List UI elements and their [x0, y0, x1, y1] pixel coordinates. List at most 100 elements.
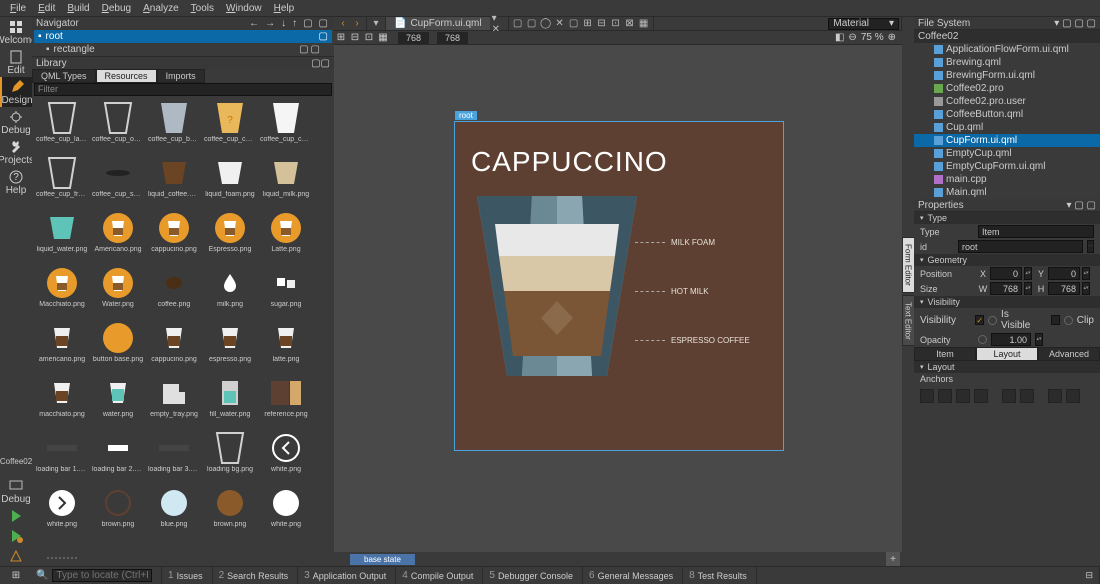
section-geometry[interactable]: Geometry: [914, 254, 1100, 266]
tab-form-editor[interactable]: Form Editor: [902, 237, 915, 293]
resource-item[interactable]: liquid_water.png: [34, 210, 90, 265]
output-pane-search-results[interactable]: 2Search Results: [213, 567, 299, 584]
nav-up-icon[interactable]: ↑: [290, 18, 299, 29]
resource-item[interactable]: white.png: [258, 430, 314, 485]
export-icon[interactable]: ▢: [299, 44, 308, 55]
file-item[interactable]: Coffee02.pro.user: [914, 95, 1100, 108]
resource-item[interactable]: coffee_cup_coverplat...: [258, 100, 314, 155]
tab-imports[interactable]: Imports: [157, 69, 205, 83]
resource-item[interactable]: white.png: [258, 485, 314, 540]
mode-projects[interactable]: Projects: [0, 137, 32, 167]
checkbox-clip[interactable]: [1051, 315, 1061, 325]
output-pane-general-messages[interactable]: 6General Messages: [583, 567, 683, 584]
input-opacity[interactable]: [991, 333, 1031, 346]
resource-item[interactable]: liquid_milk.png: [258, 155, 314, 210]
resource-item[interactable]: coffee_cup_outline.p...: [90, 100, 146, 155]
menu-edit[interactable]: Edit: [32, 3, 61, 14]
resource-item[interactable]: cappucino.png: [146, 320, 202, 375]
resource-item[interactable]: loading bar 3.png: [146, 430, 202, 485]
back-icon[interactable]: ‹: [336, 17, 350, 31]
menu-help[interactable]: Help: [268, 3, 301, 14]
output-pane-compile-output[interactable]: 4Compile Output: [396, 567, 483, 584]
resource-item[interactable]: fill_water.png: [202, 375, 258, 430]
resource-item[interactable]: milk.png: [202, 265, 258, 320]
menu-tools[interactable]: Tools: [185, 3, 220, 14]
file-item[interactable]: CupForm.ui.qml: [914, 134, 1100, 147]
output-pane-test-results[interactable]: 8Test Results: [683, 567, 757, 584]
resource-item[interactable]: Americano.png: [90, 210, 146, 265]
resource-item[interactable]: coffee_cup_shadow....: [90, 155, 146, 210]
resource-item[interactable]: coffee.png: [146, 265, 202, 320]
forward-icon[interactable]: ›: [350, 17, 364, 31]
build-config[interactable]: Debug: [0, 476, 32, 506]
build-button[interactable]: [0, 546, 32, 566]
resource-item[interactable]: Macchiato.png: [34, 265, 90, 320]
canvas-height[interactable]: 768: [437, 32, 468, 44]
spin-w[interactable]: ▴▾: [1024, 282, 1032, 295]
subtab-advanced[interactable]: Advanced: [1038, 347, 1100, 361]
zoom-value[interactable]: 75 %: [861, 32, 884, 43]
tab-resources[interactable]: Resources: [96, 69, 157, 83]
radio-isvisible[interactable]: [988, 316, 997, 325]
ruler-icon[interactable]: ⊡: [362, 31, 376, 45]
zoom-icon[interactable]: ◧: [835, 32, 844, 43]
tool-icon[interactable]: ⊠: [623, 17, 637, 31]
ruler-icon[interactable]: ⊞: [334, 31, 348, 45]
section-layout[interactable]: Layout: [914, 361, 1100, 373]
anchor-vcenter[interactable]: [1020, 389, 1034, 403]
input-x[interactable]: [990, 267, 1022, 280]
style-combo[interactable]: Material▾: [828, 18, 899, 30]
anchor-right[interactable]: [974, 389, 988, 403]
file-item[interactable]: CoffeeButton.qml: [914, 108, 1100, 121]
form-canvas[interactable]: root CAPPUCCINO MILK FOAM HOT MILK E: [334, 45, 902, 552]
output-pane-debugger-console[interactable]: 5Debugger Console: [483, 567, 583, 584]
resource-item[interactable]: coffee_cup_back.png: [146, 100, 202, 155]
toggle-sidebar-icon[interactable]: ⊞: [12, 570, 20, 581]
nav-left-icon[interactable]: ←: [247, 18, 261, 29]
menu-debug[interactable]: Debug: [96, 3, 137, 14]
tool-icon[interactable]: ▢: [567, 17, 581, 31]
navigator-root-item[interactable]: ▪root ▢: [34, 30, 332, 43]
id-extra-icon[interactable]: ⋯: [1087, 240, 1094, 253]
tool-icon[interactable]: ◯: [539, 17, 553, 31]
resource-item[interactable]: ?coffee_cup_coverplat...: [202, 100, 258, 155]
subtab-layout[interactable]: Layout: [976, 347, 1038, 361]
anchor-left[interactable]: [956, 389, 970, 403]
spin-opacity[interactable]: ▴▾: [1035, 333, 1043, 346]
resource-item[interactable]: brown.png: [90, 485, 146, 540]
locator-input[interactable]: [52, 569, 152, 582]
menu-analyze[interactable]: Analyze: [137, 3, 185, 14]
tab-qml-types[interactable]: QML Types: [32, 69, 96, 83]
section-type[interactable]: Type: [914, 212, 1100, 224]
zoom-in-icon[interactable]: ⊕: [888, 32, 896, 43]
nav-max-icon[interactable]: ▢: [301, 18, 314, 29]
input-w[interactable]: [990, 282, 1022, 295]
file-item[interactable]: Main.qml: [914, 186, 1100, 199]
anchor-hcenter[interactable]: [1048, 389, 1062, 403]
lib-max-icon[interactable]: ▢: [311, 58, 320, 69]
add-state-button[interactable]: +: [886, 552, 900, 566]
resource-item[interactable]: coffee_cup_front.png: [34, 155, 90, 210]
resource-item[interactable]: Latte.png: [258, 210, 314, 265]
output-pane-application-output[interactable]: 3Application Output: [298, 567, 396, 584]
subtab-item[interactable]: Item: [914, 347, 976, 361]
output-pane-issues[interactable]: 1Issues: [162, 567, 213, 584]
mode-welcome[interactable]: Welcome: [0, 17, 32, 47]
ruler-icon[interactable]: ⊟: [348, 31, 362, 45]
input-h[interactable]: [1048, 282, 1080, 295]
file-item[interactable]: Brewing.qml: [914, 56, 1100, 69]
radio-clip[interactable]: [1064, 316, 1073, 325]
spin-y[interactable]: ▴▾: [1082, 267, 1090, 280]
dropdown-icon[interactable]: ▾: [369, 17, 383, 31]
tool-icon[interactable]: ▢: [511, 17, 525, 31]
input-id[interactable]: [958, 240, 1083, 253]
mode-edit[interactable]: Edit: [0, 47, 32, 77]
menu-file[interactable]: File: [4, 3, 32, 14]
tool-icon[interactable]: ⊞: [581, 17, 595, 31]
file-item[interactable]: EmptyCup.qml: [914, 147, 1100, 160]
resource-item[interactable]: espresso.png: [202, 320, 258, 375]
toggle-right-icon[interactable]: ⊟: [1079, 567, 1100, 584]
tool-icon[interactable]: ⊟: [595, 17, 609, 31]
resource-item[interactable]: Espresso.png: [202, 210, 258, 265]
menu-build[interactable]: Build: [61, 3, 95, 14]
